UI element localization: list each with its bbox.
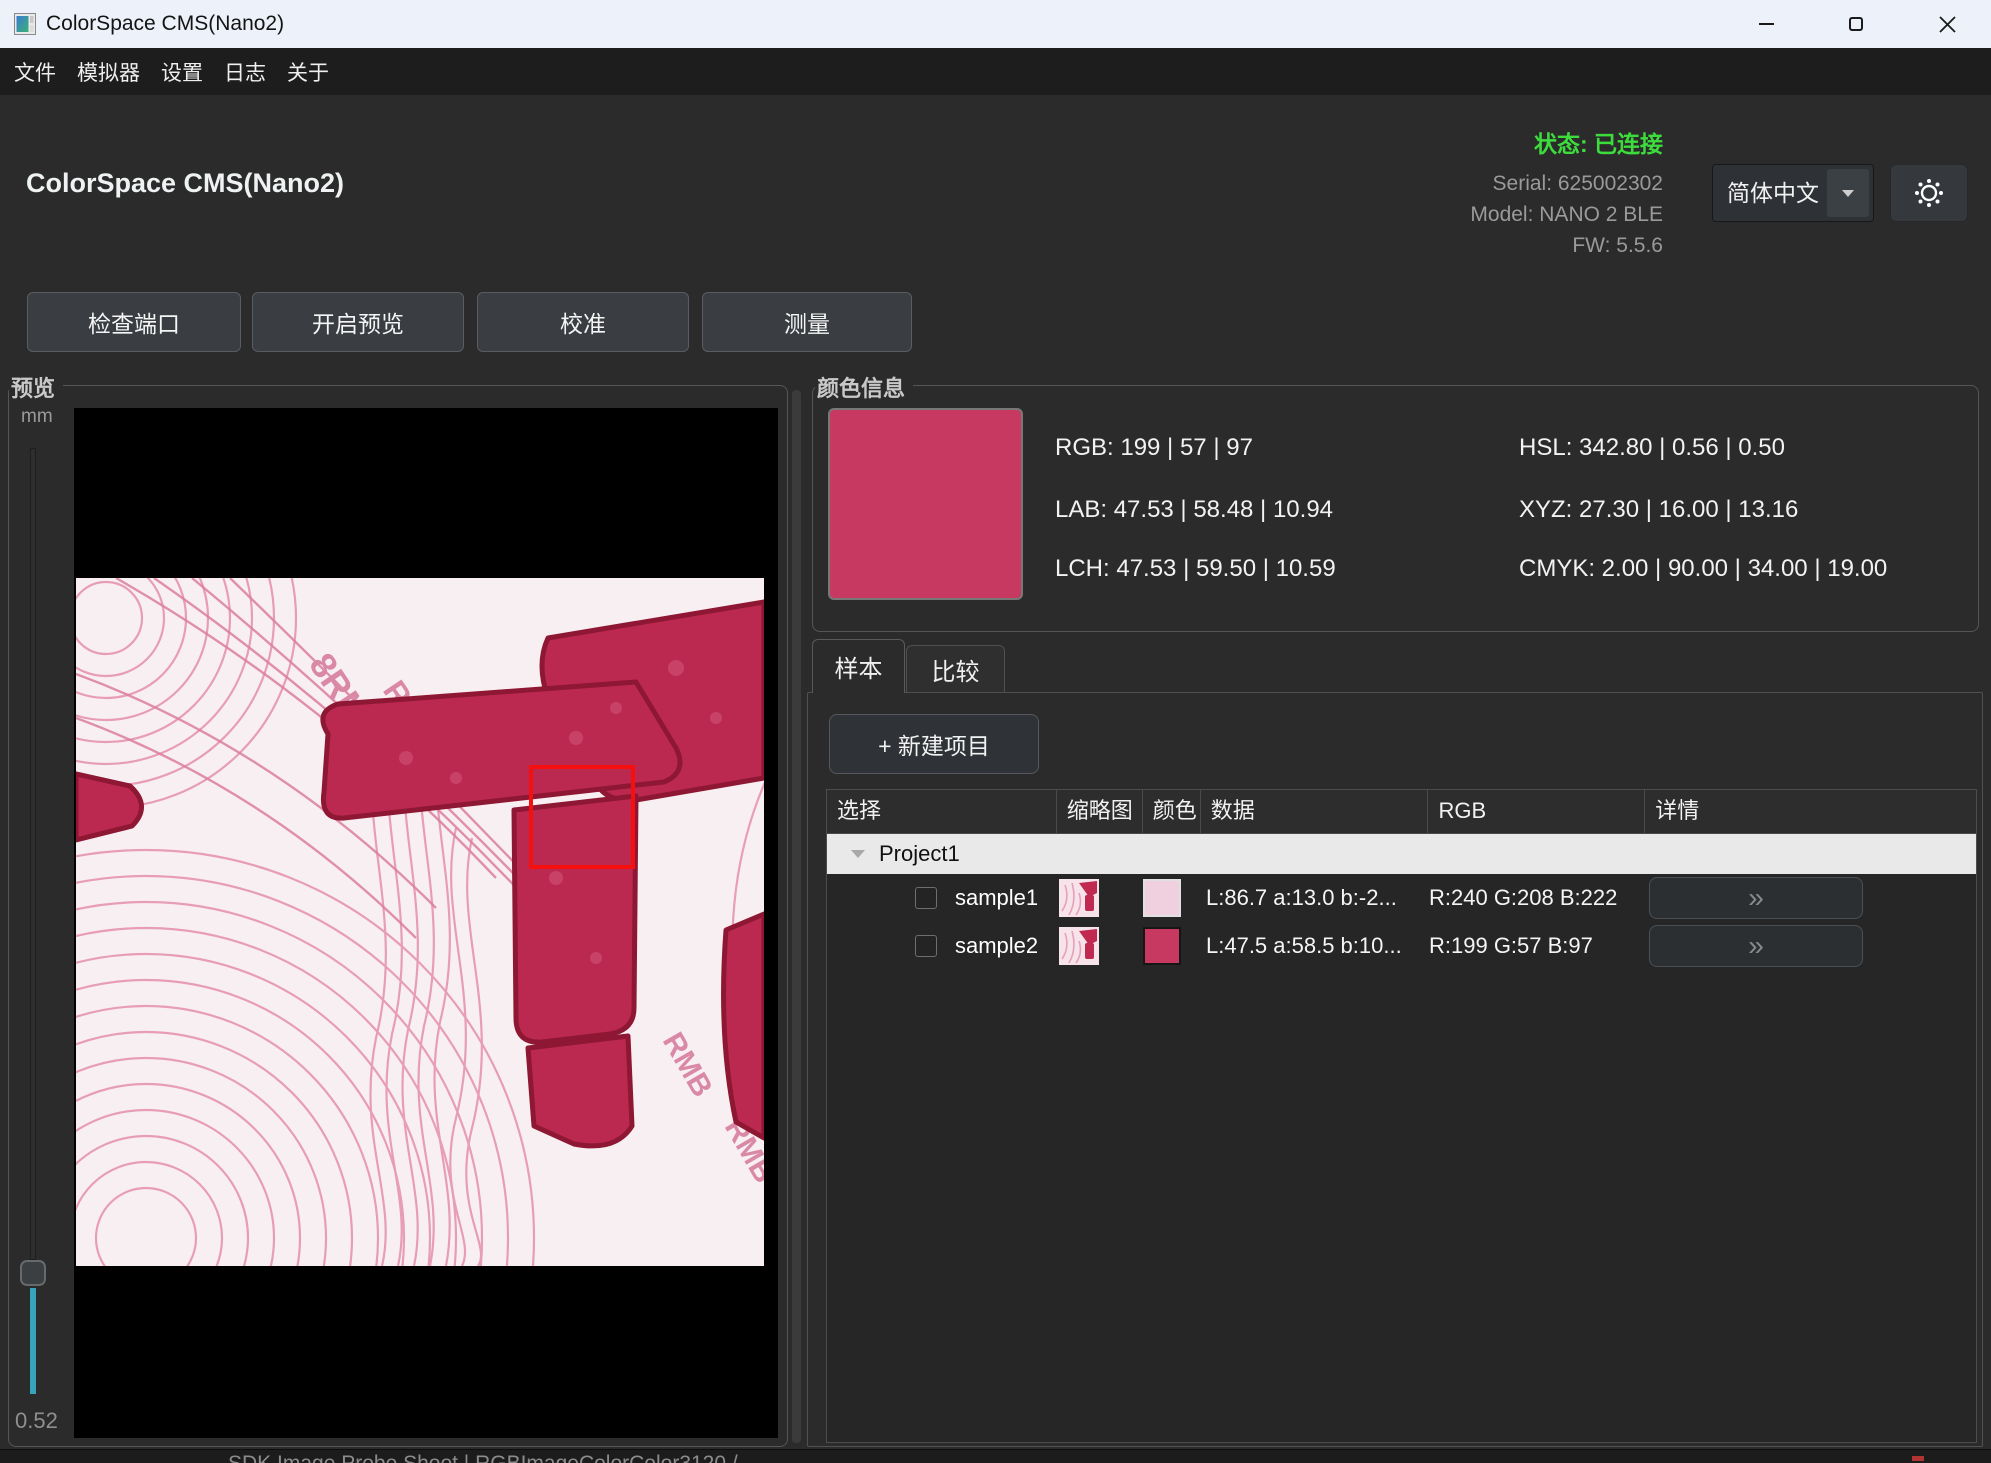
sample-color-swatch (1143, 879, 1181, 917)
project-row[interactable]: Project1 (827, 834, 1976, 874)
calibrate-button[interactable]: 校准 (477, 292, 689, 352)
double-chevron-right-icon: » (1748, 932, 1764, 960)
table-row: sample1 L:86.7 a:13.0 b:-2... R:240 G:20… (827, 874, 1976, 922)
double-chevron-right-icon: » (1748, 884, 1764, 912)
menu-about[interactable]: 关于 (277, 57, 339, 87)
statusbar: SDK Image Probe Shoot | RGBImageColorCol… (0, 1449, 1991, 1463)
column-select[interactable]: 选择 (827, 790, 1057, 834)
banknote-preview-image: 8RMB RMB RMB RMB (76, 578, 764, 1266)
page-title: ColorSpace CMS(Nano2) (26, 168, 344, 199)
column-thumbnail[interactable]: 缩略图 (1057, 790, 1143, 834)
menu-simulator[interactable]: 模拟器 (67, 57, 150, 87)
serial-number: Serial: 625002302 (1493, 170, 1663, 198)
lch-value: LCH: 47.53 | 59.50 | 10.59 (1055, 555, 1336, 583)
theme-brightness-button[interactable] (1890, 164, 1968, 222)
statusbar-clipped-text: SDK Image Probe Shoot | RGBImageColorCol… (228, 1450, 738, 1463)
maximize-icon (1849, 17, 1863, 31)
preview-canvas[interactable]: 8RMB RMB RMB RMB (74, 408, 778, 1438)
column-rgb[interactable]: RGB (1428, 790, 1645, 834)
close-button[interactable] (1918, 0, 1976, 48)
table-row: sample2 L:47.5 a:58.5 b:10... R:199 G:57… (827, 922, 1976, 970)
sample1-detail-button[interactable]: » (1649, 877, 1863, 919)
statusbar-red-mark (1912, 1456, 1924, 1461)
measured-color-swatch (828, 408, 1023, 600)
preview-panel: 预览 mm 0.52 (8, 385, 788, 1447)
rgb-value: RGB: 199 | 57 | 97 (1055, 434, 1253, 462)
sample-lab-data: L:86.7 a:13.0 b:-2... (1206, 874, 1397, 922)
sample-name: sample2 (955, 922, 1038, 970)
check-port-button[interactable]: 检查端口 (27, 292, 241, 352)
zoom-slider-track[interactable] (30, 448, 36, 1260)
titlebar: ColorSpace CMS(Nano2) (0, 0, 1991, 48)
sample-color-swatch (1143, 927, 1181, 965)
column-color[interactable]: 颜色 (1143, 790, 1201, 834)
sample1-checkbox[interactable] (915, 887, 937, 909)
window-title: ColorSpace CMS(Nano2) (46, 0, 284, 48)
minimize-icon (1759, 23, 1774, 25)
zoom-slider-fill (30, 1288, 36, 1394)
new-project-button[interactable]: + 新建项目 (829, 714, 1039, 774)
sample-rgb-data: R:240 G:208 B:222 (1429, 874, 1617, 922)
chevron-down-icon (1842, 190, 1854, 197)
language-select[interactable]: 简体中文 (1712, 164, 1874, 222)
menu-settings[interactable]: 设置 (151, 57, 213, 87)
cmyk-value: CMYK: 2.00 | 90.00 | 34.00 | 19.00 (1519, 555, 1887, 583)
tab-samples[interactable]: 样本 (812, 639, 905, 693)
project-name: Project1 (879, 834, 960, 874)
close-icon (1939, 16, 1956, 33)
app-icon (14, 13, 36, 35)
menu-file[interactable]: 文件 (4, 57, 66, 87)
preview-panel-label: 预览 (9, 371, 63, 403)
measure-button[interactable]: 测量 (702, 292, 912, 352)
sample-thumbnail-image (1059, 927, 1099, 965)
maximize-button[interactable] (1827, 0, 1885, 48)
device-model: Model: NANO 2 BLE (1470, 201, 1663, 229)
sample-thumbnail-image (1059, 879, 1099, 917)
zoom-slider-value: 0.52 (15, 1408, 58, 1434)
language-dropdown-arrow[interactable] (1827, 169, 1869, 217)
xyz-value: XYZ: 27.30 | 16.00 | 13.16 (1519, 496, 1798, 524)
connection-status: 状态: 已连接 (1534, 130, 1663, 158)
sample-lab-data: L:47.5 a:58.5 b:10... (1206, 922, 1402, 970)
column-data[interactable]: 数据 (1201, 790, 1429, 834)
firmware-version: FW: 5.5.6 (1572, 232, 1663, 260)
hsl-value: HSL: 342.80 | 0.56 | 0.50 (1519, 434, 1785, 462)
tab-compare[interactable]: 比较 (906, 645, 1005, 693)
collapse-triangle-icon[interactable] (851, 850, 865, 858)
language-value: 简体中文 (1727, 165, 1819, 221)
sample2-detail-button[interactable]: » (1649, 925, 1863, 967)
table-header: 选择 缩略图 颜色 数据 RGB 详情 (827, 790, 1976, 834)
menu-log[interactable]: 日志 (214, 57, 276, 87)
sample2-checkbox[interactable] (915, 935, 937, 957)
color-info-label: 颜色信息 (815, 371, 913, 403)
menubar: 文件 模拟器 设置 日志 关于 (0, 48, 1991, 95)
samples-table: 选择 缩略图 颜色 数据 RGB 详情 Project1 sample1 (826, 789, 1977, 1443)
unit-label: mm (21, 406, 53, 428)
color-info-panel: 颜色信息 RGB: 199 | 57 | 97 LAB: 47.53 | 58.… (812, 385, 1979, 632)
column-detail[interactable]: 详情 (1645, 790, 1976, 834)
lab-value: LAB: 47.53 | 58.48 | 10.94 (1055, 496, 1333, 524)
sample-name: sample1 (955, 874, 1038, 922)
panel-splitter[interactable] (792, 390, 801, 1443)
sun-icon (1911, 175, 1947, 211)
zoom-slider-handle[interactable] (20, 1260, 46, 1286)
start-preview-button[interactable]: 开启预览 (252, 292, 464, 352)
minimize-button[interactable] (1737, 0, 1795, 48)
sample-rgb-data: R:199 G:57 B:97 (1429, 922, 1593, 970)
application-window: ColorSpace CMS(Nano2) 文件 模拟器 设置 日志 关于 Co… (0, 0, 1991, 1463)
